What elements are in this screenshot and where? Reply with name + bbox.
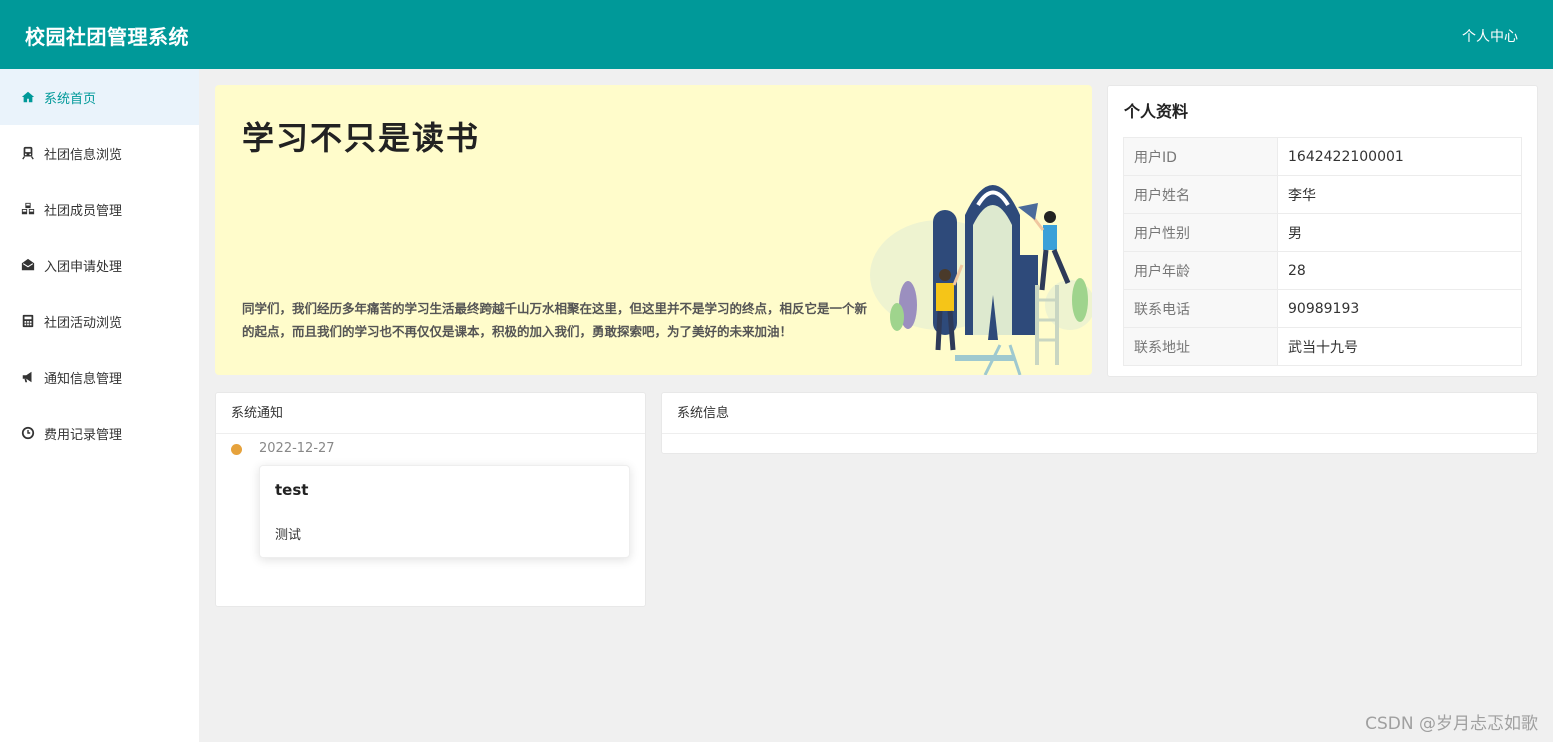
- user-center-link[interactable]: 个人中心: [1462, 26, 1518, 46]
- profile-card: 个人资料 用户ID 1642422100001 用户姓名 李华 用户性别男 用户年龄…: [1107, 85, 1538, 377]
- banner-text: 同学们，我们经历多年痛苦的学习生活最终跨越千山万水相聚在这里，但这里并不是学习的…: [242, 301, 868, 339]
- calculator-icon: [20, 313, 36, 329]
- cubes-icon: [20, 201, 36, 217]
- sidebar-item-label: 通知信息管理: [44, 371, 123, 387]
- sidebar: 系统首页 社团信息浏览 社团成员管理 入团申请处理 社团活动浏览 通知信息管理: [0, 69, 199, 742]
- sidebar-item-label: 社团成员管理: [44, 203, 123, 219]
- notice-item-card[interactable]: test 测试: [259, 465, 630, 558]
- clock-icon: [20, 425, 36, 441]
- train-icon: [20, 145, 36, 161]
- profile-key: 联系电话: [1123, 289, 1278, 328]
- sidebar-item-label: 系统首页: [44, 91, 97, 107]
- profile-value: 90989193: [1277, 289, 1522, 328]
- system-notice-card: 系统通知 2022-12-27 test 测试: [215, 392, 646, 607]
- rocket-illustration: [870, 185, 1092, 375]
- sidebar-item-fees[interactable]: 费用记录管理: [0, 405, 199, 461]
- table-row: 用户性别男: [1123, 213, 1522, 252]
- table-row: 用户年龄 28: [1123, 251, 1522, 290]
- profile-value: 28: [1277, 251, 1522, 290]
- bullhorn-icon: [20, 369, 36, 385]
- table-row: 用户ID 1642422100001: [1123, 137, 1522, 176]
- banner-title: 学习不只是读书: [242, 119, 481, 157]
- sidebar-item-members[interactable]: 社团成员管理: [0, 181, 199, 237]
- notice-card-header: 系统通知: [216, 393, 645, 434]
- system-info-card: 系统信息: [661, 392, 1538, 454]
- profile-key: 用户姓名: [1123, 175, 1278, 214]
- home-icon: [20, 89, 36, 105]
- profile-key: 用户性别: [1123, 213, 1278, 252]
- table-row: 联系地址 武当十九号: [1123, 327, 1522, 366]
- sidebar-item-label: 社团信息浏览: [44, 147, 123, 163]
- sidebar-item-home[interactable]: 系统首页: [0, 69, 199, 125]
- envelope-open-icon: [20, 257, 36, 273]
- profile-key: 联系地址: [1123, 327, 1278, 366]
- sidebar-item-label: 入团申请处理: [44, 259, 123, 275]
- info-card-header: 系统信息: [662, 393, 1537, 434]
- welcome-banner: 学习不只是读书 同学们，我们经历多年痛苦的学习生活最终跨越千山万水相聚在这里，但…: [215, 85, 1092, 375]
- sidebar-item-activities[interactable]: 社团活动浏览: [0, 293, 199, 349]
- notice-title: test: [275, 481, 309, 499]
- sidebar-item-label: 社团活动浏览: [44, 315, 123, 331]
- table-row: 联系电话 90989193: [1123, 289, 1522, 328]
- table-row: 用户姓名 李华: [1123, 175, 1522, 214]
- profile-value: 武当十九号: [1277, 327, 1522, 366]
- profile-value: 男: [1277, 213, 1522, 252]
- sidebar-item-club-info[interactable]: 社团信息浏览: [0, 125, 199, 181]
- sidebar-item-applications[interactable]: 入团申请处理: [0, 237, 199, 293]
- notice-content: 测试: [275, 528, 302, 543]
- profile-key: 用户年龄: [1123, 251, 1278, 290]
- profile-table: 用户ID 1642422100001 用户姓名 李华 用户性别男 用户年龄 28 联系…: [1123, 137, 1522, 366]
- top-bar: 校园社团管理系统 个人中心: [0, 0, 1553, 69]
- sidebar-item-notices[interactable]: 通知信息管理: [0, 349, 199, 405]
- app-title: 校园社团管理系统: [25, 25, 189, 49]
- sidebar-item-label: 费用记录管理: [44, 427, 123, 443]
- profile-title: 个人资料: [1124, 102, 1189, 121]
- watermark: CSDN @岁月忐忑如歌: [1365, 714, 1538, 734]
- profile-value: 1642422100001: [1277, 137, 1522, 176]
- profile-key: 用户ID: [1123, 137, 1278, 176]
- timeline-date: 2022-12-27: [259, 441, 335, 456]
- timeline-dot: [231, 444, 242, 455]
- profile-value: 李华: [1277, 175, 1522, 214]
